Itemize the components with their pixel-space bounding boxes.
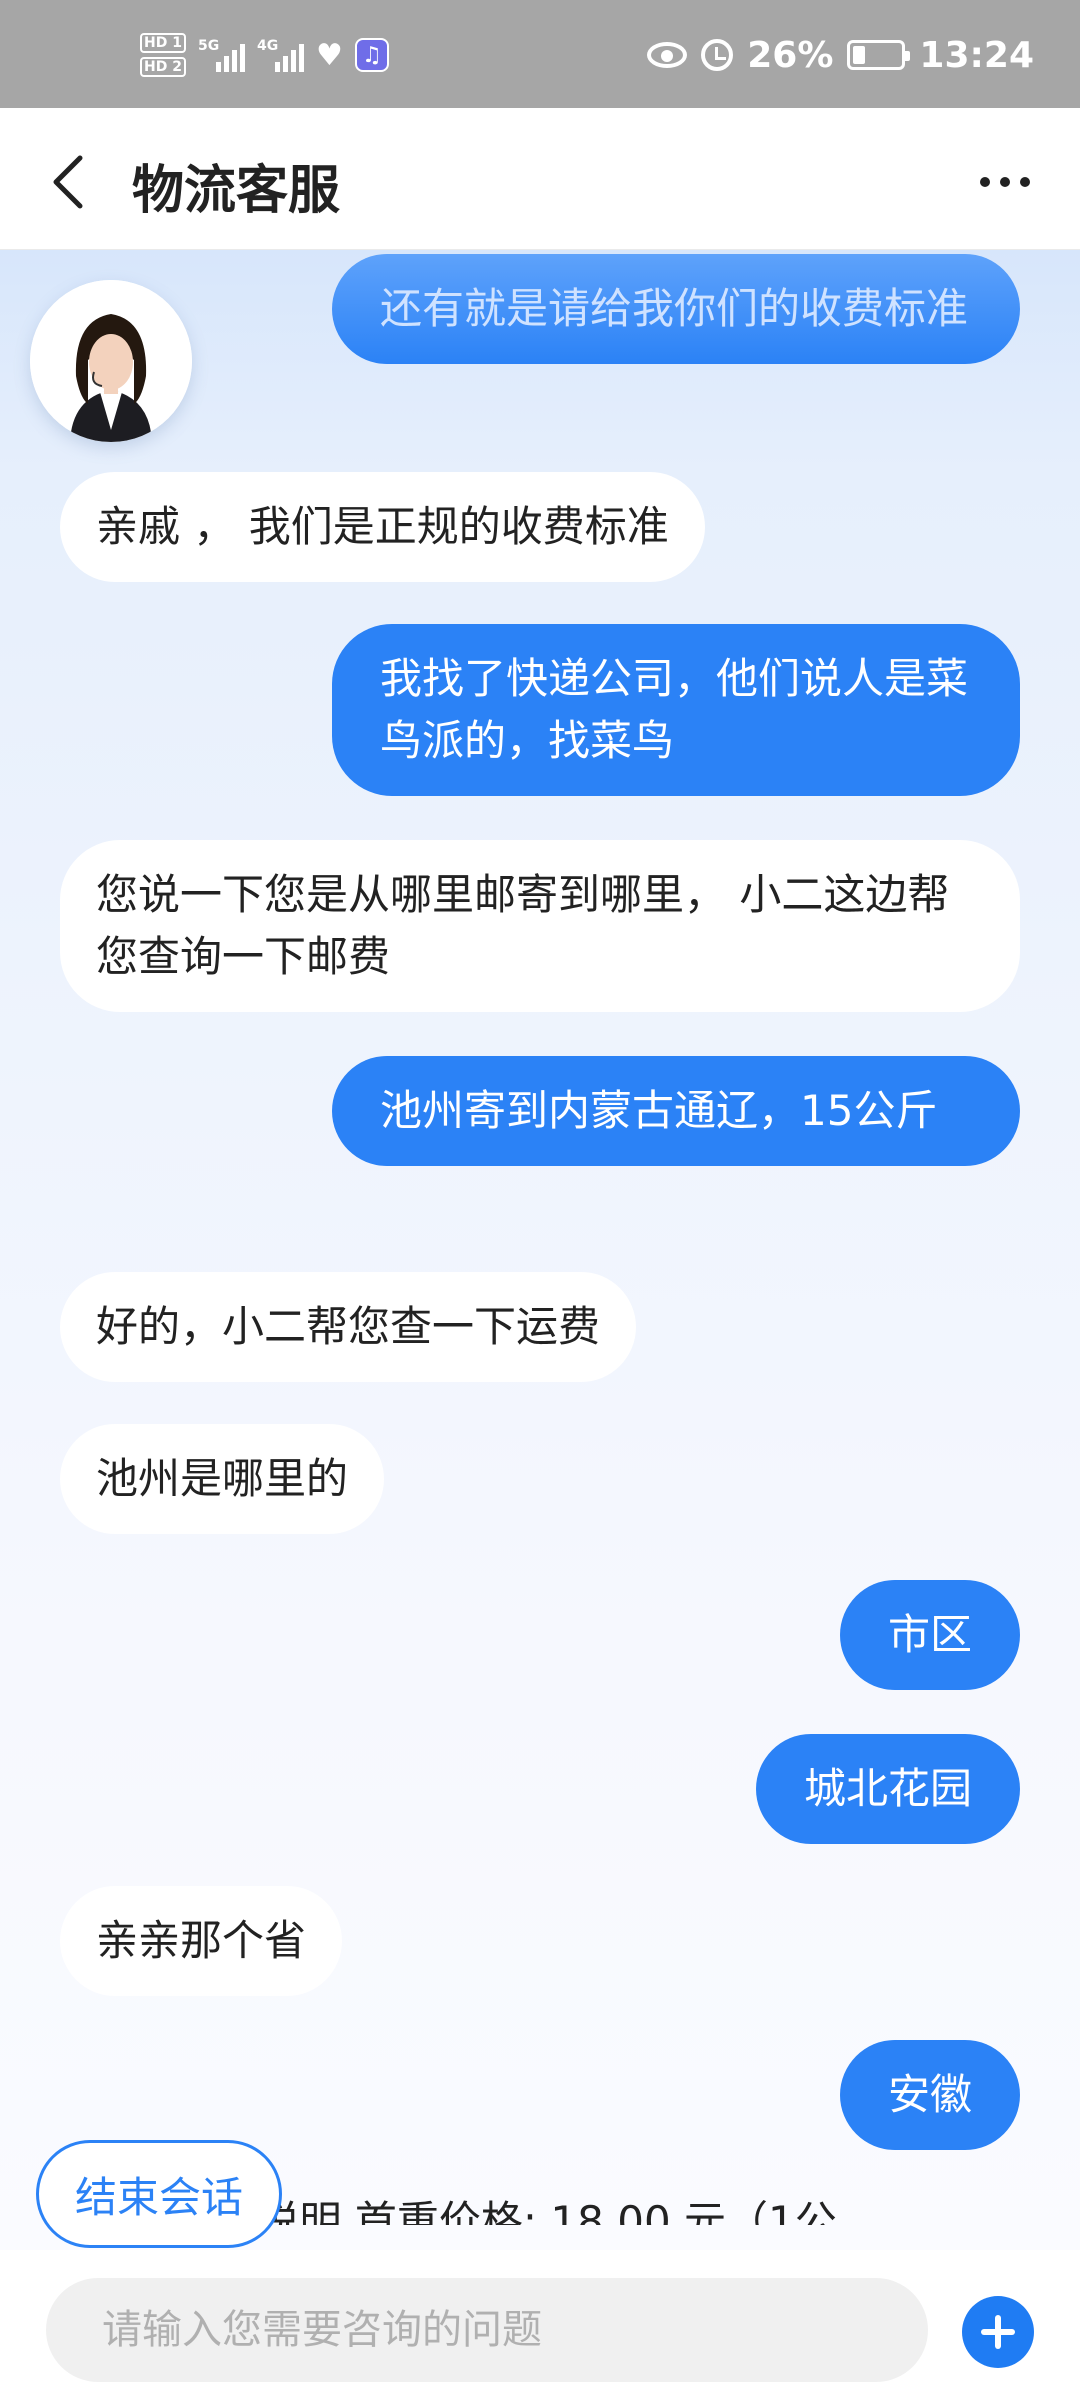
sim-indicators: HD 1 HD 2 <box>140 33 186 77</box>
battery-level-fill <box>853 46 866 64</box>
signal-5g-icon: 5G <box>198 38 245 72</box>
agent-avatar <box>30 280 192 442</box>
chat-area[interactable]: 还有就是请给我你们的收费标准 亲戚 ， 我们是正规的收费标准 我找了快递公司，他… <box>0 250 1080 2250</box>
user-message: 安徽 <box>839 2040 1020 2150</box>
agent-message: 好的，小二帮您查一下运费 <box>60 1272 637 1382</box>
battery-percent: 26% <box>747 34 834 76</box>
agent-message: 亲戚 ， 我们是正规的收费标准 <box>60 472 705 582</box>
eye-comfort-icon <box>647 42 688 68</box>
agent-message: 您说一下您是从哪里邮寄到哪里， 小二这边帮您查询一下邮费 <box>60 840 1020 1012</box>
sim2-badge: HD 2 <box>140 57 186 77</box>
battery-icon <box>847 40 911 70</box>
agent-message: 亲亲那个省 <box>60 1886 343 1996</box>
end-session-button[interactable]: 结束会话 <box>36 2140 282 2248</box>
input-bar <box>0 2250 1080 2400</box>
music-app-icon: ♫ <box>354 38 389 72</box>
status-right: 26% 13:24 <box>647 30 1034 80</box>
agent-message: 池州是哪里的 <box>60 1424 385 1534</box>
question-input[interactable] <box>46 2278 928 2382</box>
health-heart-icon: ♥ <box>315 37 343 73</box>
app-header: 物流客服 <box>0 108 1080 250</box>
plus-icon <box>981 2315 1015 2349</box>
user-message: 城北花园 <box>755 1734 1020 1844</box>
user-message: 我找了快递公司，他们说人是菜鸟派的，找菜鸟 <box>332 624 1020 796</box>
alarm-clock-icon <box>701 39 734 71</box>
agent-portrait-icon <box>30 280 192 442</box>
more-options-icon[interactable] <box>980 170 1040 194</box>
clock-time: 13:24 <box>919 34 1034 76</box>
signal-4g-icon: 4G <box>257 38 304 72</box>
sim1-badge: HD 1 <box>140 33 186 53</box>
status-left: HD 1 HD 2 5G 4G ♥ ♫ <box>140 30 389 80</box>
status-bar: HD 1 HD 2 5G 4G ♥ ♫ 26% 13:24 <box>0 0 1080 108</box>
plus-button[interactable] <box>962 2296 1034 2368</box>
user-message: 市区 <box>839 1580 1020 1690</box>
page-title: 物流客服 <box>132 161 341 221</box>
user-message: 还有就是请给我你们的收费标准 <box>332 254 1020 364</box>
back-arrow-icon[interactable] <box>46 152 96 212</box>
user-message: 池州寄到内蒙古通辽，15公斤 <box>332 1056 1020 1166</box>
